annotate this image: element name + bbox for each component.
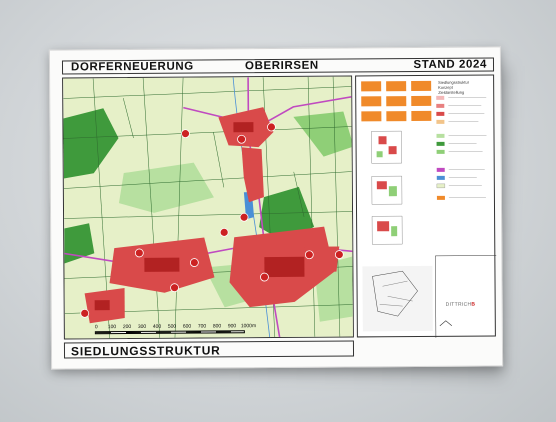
scale-graphic — [94, 330, 245, 335]
legend-swatches — [436, 95, 446, 200]
background: DORFERNEUERUNG OBERIRSEN STAND 2024 0 10… — [0, 0, 556, 422]
scale-tick-300: 300 — [137, 323, 147, 330]
scale-tick-1000: 1000m — [240, 323, 257, 330]
map-drawing — [63, 76, 354, 340]
legend-orange-boxes — [361, 80, 432, 122]
legend-divider-v — [435, 255, 437, 338]
north-arrow-icon — [439, 320, 453, 327]
legend-heading: Siedlungsstruktur Konzept Zieldarstellun… — [438, 79, 493, 95]
scale-tick-600: 600 — [182, 323, 192, 330]
title-right: STAND 2024 — [413, 58, 488, 72]
scale-tick-200: 200 — [122, 324, 132, 331]
bottom-title-bar: SIEDLUNGSSTRUKTUR — [63, 340, 355, 359]
scale-bar: 0 100 200 300 400 500 600 700 800 900 10… — [94, 323, 256, 336]
scale-tick-700: 700 — [197, 323, 207, 330]
scale-tick-400: 400 — [152, 323, 162, 330]
legend-text-lines — [448, 97, 487, 199]
scale-tick-900: 900 — [227, 323, 237, 330]
title-left: DORFERNEUERUNG — [70, 60, 194, 74]
poster: DORFERNEUERUNG OBERIRSEN STAND 2024 0 10… — [48, 46, 504, 370]
scale-tick-0: 0 — [94, 324, 98, 331]
bottom-title: SIEDLUNGSSTRUKTUR — [70, 343, 221, 359]
title-center: OBERIRSEN — [244, 59, 319, 73]
map-panel: 0 100 200 300 400 500 600 700 800 900 10… — [62, 75, 354, 340]
planner-brand: DITTRICHB — [446, 302, 476, 308]
legend-plan-sketch — [362, 265, 433, 332]
title-bar: DORFERNEUERUNG OBERIRSEN STAND 2024 — [61, 57, 495, 75]
brand-name: DITTRICH — [445, 301, 472, 308]
scale-tick-100: 100 — [107, 324, 117, 331]
legend-heading-line-3: Zieldarstellung — [438, 89, 465, 95]
legend-building-diagrams — [371, 130, 403, 245]
brand-mark: B — [471, 301, 476, 308]
scale-tick-800: 800 — [212, 323, 222, 330]
scale-tick-500: 500 — [167, 323, 177, 330]
legend-graphics — [361, 80, 497, 338]
legend-panel: Siedlungsstruktur Konzept Zieldarstellun… — [355, 74, 497, 338]
scale-labels: 0 100 200 300 400 500 600 700 800 900 10… — [95, 323, 275, 330]
